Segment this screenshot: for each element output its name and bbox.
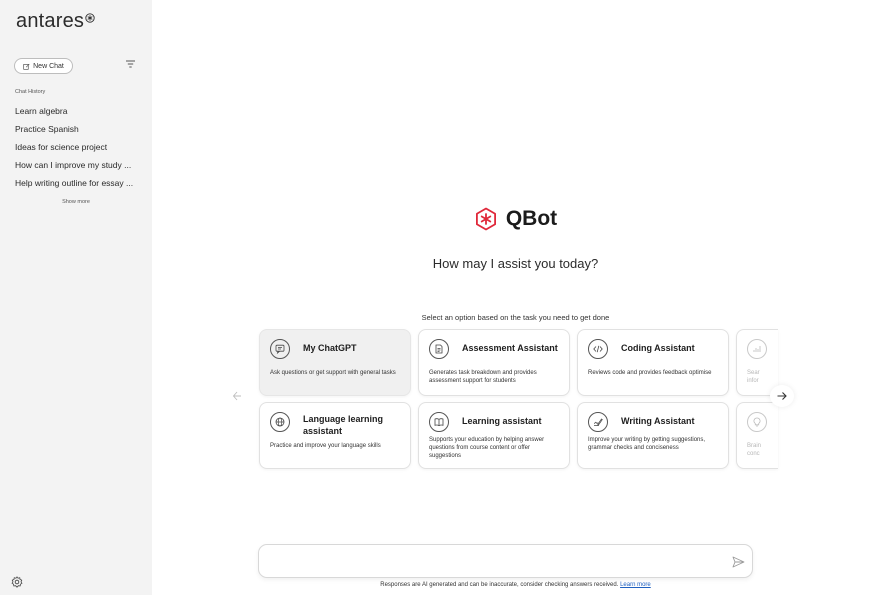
lightbulb-icon [747,412,767,432]
code-icon [588,339,608,359]
assistant-card-coding[interactable]: Coding Assistant Reviews code and provid… [577,329,729,396]
edit-icon [23,63,30,70]
chat-history-label: Chat History [15,89,46,95]
chat-icon [270,339,290,359]
app-window: antares New Chat Chat History Learn alge… [0,0,879,595]
assistant-card-assessment[interactable]: Assessment Assistant Generates task brea… [418,329,570,396]
card-title: Coding Assistant [621,343,695,353]
history-item[interactable]: Help writing outline for essay ... [15,177,147,195]
assistant-card-writing[interactable]: Writing Assistant Improve your writing b… [577,402,729,469]
brand-logo: antares [16,10,95,33]
card-title: My ChatGPT [303,343,357,353]
disclaimer: Responses are AI generated and can be in… [152,582,879,588]
history-item[interactable]: Ideas for science project [15,141,147,159]
bot-title: QBot [505,207,558,230]
new-chat-button[interactable]: New Chat [14,58,73,74]
card-title: Language learning assistant [303,414,384,436]
settings-gear-icon[interactable] [11,576,23,588]
assistant-card-learning[interactable]: Learning assistant Supports your educati… [418,402,570,469]
qbot-logo-icon [475,207,496,231]
assistant-card-language-learning[interactable]: Language learning assistant Practice and… [259,402,411,469]
arrow-right-icon [777,392,787,400]
history-item[interactable]: Practice Spanish [15,123,147,141]
assistant-card-my-chatgpt[interactable]: My ChatGPT Ask questions or get support … [259,329,411,396]
writing-icon [588,412,608,432]
message-input[interactable] [269,553,709,571]
history-item[interactable]: How can I improve my study ... [15,159,147,177]
disclaimer-text: Responses are AI generated and can be in… [380,582,621,588]
brand-mark-icon [85,13,95,23]
chart-icon [747,339,767,359]
greeting: How may I assist you today? [432,256,599,271]
card-title: Learning assistant [462,416,542,426]
filter-icon[interactable] [125,59,136,69]
carousel-prev-icon[interactable] [232,390,242,402]
card-description: Improve your writing by getting suggesti… [588,437,706,451]
carousel-next-button[interactable] [770,385,794,407]
assistant-card-partial-brainstorm[interactable]: Brain conc [736,402,778,469]
card-title: Writing Assistant [621,416,695,426]
show-more-button[interactable]: Show more [0,199,152,205]
sidebar: antares New Chat Chat History Learn alge… [0,0,152,595]
document-icon [429,339,449,359]
card-description: Practice and improve your language skill… [270,443,381,449]
history-item[interactable]: Learn algebra [15,105,147,123]
card-description: Ask questions or get support with genera… [270,370,396,376]
bot-header: QBot [152,207,879,231]
message-composer [258,544,753,578]
card-title: Assessment Assistant [462,343,558,353]
book-icon [429,412,449,432]
globe-icon [270,412,290,432]
chat-history-list: Learn algebra Practice Spanish Ideas for… [15,105,147,195]
learn-more-link[interactable]: Learn more [620,582,651,588]
select-hint: Select an option based on the task you n… [421,313,610,322]
send-icon[interactable] [732,556,745,568]
card-description: Brain conc [747,443,762,457]
card-description: Sear infor [747,370,760,384]
new-chat-label: New Chat [33,62,64,70]
card-description: Supports your education by helping answe… [429,437,545,459]
card-description: Reviews code and provides feedback optim… [588,370,712,376]
card-description: Generates task breakdown and provides as… [429,370,537,384]
assistant-card-partial-search[interactable]: Sear infor [736,329,778,396]
brand-name: antares [16,10,85,32]
